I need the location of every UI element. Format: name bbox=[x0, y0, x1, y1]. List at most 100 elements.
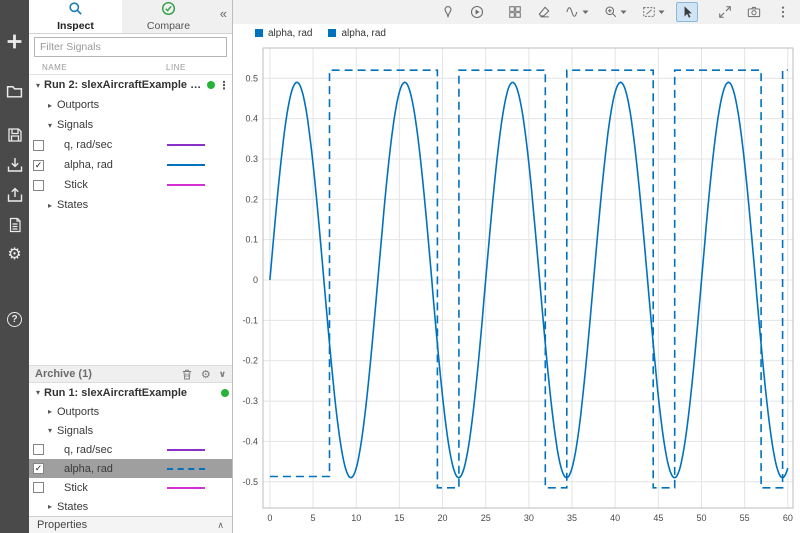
signal-label: Stick bbox=[64, 179, 88, 191]
run-row[interactable]: ▾Run 1: slexAircraftExample bbox=[29, 383, 232, 402]
properties-bar[interactable]: Properties ∧ bbox=[29, 516, 232, 533]
signal-checkbox[interactable]: ✓ bbox=[33, 160, 44, 171]
filter-signals-input[interactable] bbox=[34, 37, 227, 57]
group-label: Signals bbox=[57, 425, 93, 437]
plot-pane: alpha, radalpha, rad 0510152025303540455… bbox=[233, 0, 800, 533]
tab-compare[interactable]: Compare bbox=[122, 0, 215, 33]
tree-group-row[interactable]: ▾Signals bbox=[29, 115, 232, 135]
group-label: States bbox=[57, 501, 88, 513]
expand-twisty-icon[interactable]: ▸ bbox=[45, 502, 55, 511]
signal-line-sample[interactable] bbox=[167, 487, 205, 489]
y-tick-label: 0.4 bbox=[245, 114, 258, 124]
tab-inspect[interactable]: Inspect bbox=[29, 0, 122, 33]
pin-button[interactable] bbox=[437, 2, 459, 22]
run-menu-icon[interactable]: ⋮ bbox=[218, 79, 230, 92]
signal-label: q, rad/sec bbox=[64, 444, 112, 456]
open-button[interactable] bbox=[0, 80, 29, 102]
grid-icon bbox=[508, 5, 522, 19]
collapse-twisty-icon[interactable]: ▾ bbox=[45, 426, 55, 435]
column-line-label: LINE bbox=[166, 63, 186, 72]
signal-checkbox[interactable] bbox=[33, 140, 44, 151]
tree-group-row[interactable]: ▾Signals bbox=[29, 421, 232, 440]
dropdown-caret-icon bbox=[582, 10, 589, 15]
collapse-twisty-icon[interactable]: ▾ bbox=[33, 388, 43, 397]
import-button[interactable] bbox=[0, 154, 29, 176]
run-status-dot bbox=[221, 389, 229, 397]
signal-line-sample[interactable] bbox=[167, 164, 205, 166]
snapshot-button[interactable] bbox=[743, 2, 765, 22]
signal-line-sample[interactable] bbox=[167, 144, 205, 146]
signal-trace-button[interactable] bbox=[562, 2, 593, 22]
signal-row[interactable]: q, rad/sec bbox=[29, 440, 232, 459]
wave-icon bbox=[566, 5, 580, 19]
signal-row[interactable]: Stick bbox=[29, 478, 232, 497]
archive-section: Archive (1) ⚙ ∨ ▾Run 1: slexAircraftExam… bbox=[29, 365, 232, 516]
run2-tree: ▾Run 2: slexAircraftExample [Current]⋮▸O… bbox=[29, 75, 232, 215]
run-row[interactable]: ▾Run 2: slexAircraftExample [Current] ⋮ bbox=[29, 75, 232, 95]
pointer-tool-button[interactable] bbox=[676, 2, 698, 22]
x-tick-label: 25 bbox=[481, 513, 491, 523]
signal-row[interactable]: q, rad/sec bbox=[29, 135, 232, 155]
tree-group-row[interactable]: ▸States bbox=[29, 195, 232, 215]
signal-row[interactable]: Stick bbox=[29, 175, 232, 195]
tree-group-row[interactable]: ▸Outports bbox=[29, 402, 232, 421]
play-circle-icon bbox=[470, 5, 484, 19]
sidebar-panel: Inspect Compare « NAME LINE ▾Run 2: slex… bbox=[29, 0, 233, 533]
archive-settings-gear-icon[interactable]: ⚙ bbox=[201, 368, 211, 381]
archive-header[interactable]: Archive (1) ⚙ ∨ bbox=[29, 365, 232, 383]
y-tick-label: 0.1 bbox=[245, 235, 258, 245]
preferences-button[interactable]: ⚙ bbox=[0, 244, 29, 266]
properties-expand-chevron-icon: ∧ bbox=[217, 520, 224, 531]
x-tick-label: 20 bbox=[438, 513, 448, 523]
clear-results-button[interactable] bbox=[533, 2, 555, 22]
signal-line-sample[interactable] bbox=[167, 468, 205, 470]
chart-svg[interactable]: 051015202530354045505560-0.5-0.4-0.3-0.2… bbox=[233, 42, 800, 533]
signal-line-sample[interactable] bbox=[167, 184, 205, 186]
collapse-twisty-icon[interactable]: ▾ bbox=[33, 81, 43, 90]
help-button[interactable]: ? bbox=[0, 308, 29, 330]
signal-checkbox[interactable] bbox=[33, 482, 44, 493]
dropdown-caret-icon bbox=[620, 10, 627, 15]
signal-checkbox[interactable] bbox=[33, 444, 44, 455]
collapse-panel-button[interactable]: « bbox=[220, 6, 227, 21]
archive-collapse-chevron-icon[interactable]: ∨ bbox=[219, 369, 226, 380]
legend-entry: alpha, rad bbox=[255, 28, 312, 39]
expand-icon bbox=[718, 5, 732, 19]
collapse-twisty-icon[interactable]: ▾ bbox=[45, 121, 55, 130]
run-label: Run 2: slexAircraftExample [Current] bbox=[44, 79, 203, 91]
fit-icon bbox=[642, 5, 656, 19]
expand-button[interactable] bbox=[714, 2, 736, 22]
tree-spacer bbox=[29, 215, 232, 365]
x-tick-label: 5 bbox=[311, 513, 316, 523]
import-icon bbox=[7, 157, 23, 173]
camera-icon bbox=[747, 5, 761, 19]
help-icon: ? bbox=[7, 312, 22, 327]
signal-label: alpha, rad bbox=[64, 159, 113, 171]
create-report-button[interactable] bbox=[0, 214, 29, 236]
new-button[interactable] bbox=[0, 30, 29, 52]
signal-checkbox[interactable] bbox=[33, 180, 44, 191]
fit-to-view-button[interactable] bbox=[638, 2, 669, 22]
expand-twisty-icon[interactable]: ▸ bbox=[45, 201, 55, 210]
export-button[interactable] bbox=[0, 184, 29, 206]
signal-line-sample[interactable] bbox=[167, 449, 205, 451]
zoom-button[interactable] bbox=[600, 2, 631, 22]
layout-button[interactable] bbox=[504, 2, 526, 22]
save-button[interactable] bbox=[0, 124, 29, 146]
tree-group-row[interactable]: ▸States bbox=[29, 497, 232, 516]
signal-row[interactable]: ✓alpha, rad bbox=[29, 459, 232, 478]
x-tick-label: 10 bbox=[351, 513, 361, 523]
tree-group-row[interactable]: ▸Outports bbox=[29, 95, 232, 115]
chart-area[interactable]: 051015202530354045505560-0.5-0.4-0.3-0.2… bbox=[233, 42, 800, 533]
x-tick-label: 35 bbox=[567, 513, 577, 523]
y-tick-label: 0.5 bbox=[245, 73, 258, 83]
x-tick-label: 50 bbox=[696, 513, 706, 523]
signal-checkbox[interactable]: ✓ bbox=[33, 463, 44, 474]
expand-twisty-icon[interactable]: ▸ bbox=[45, 101, 55, 110]
expand-twisty-icon[interactable]: ▸ bbox=[45, 407, 55, 416]
more-options-button[interactable] bbox=[772, 2, 794, 22]
signal-row[interactable]: ✓ alpha, rad bbox=[29, 155, 232, 175]
trash-icon[interactable] bbox=[181, 368, 193, 381]
replay-button[interactable] bbox=[466, 2, 488, 22]
x-tick-label: 45 bbox=[653, 513, 663, 523]
